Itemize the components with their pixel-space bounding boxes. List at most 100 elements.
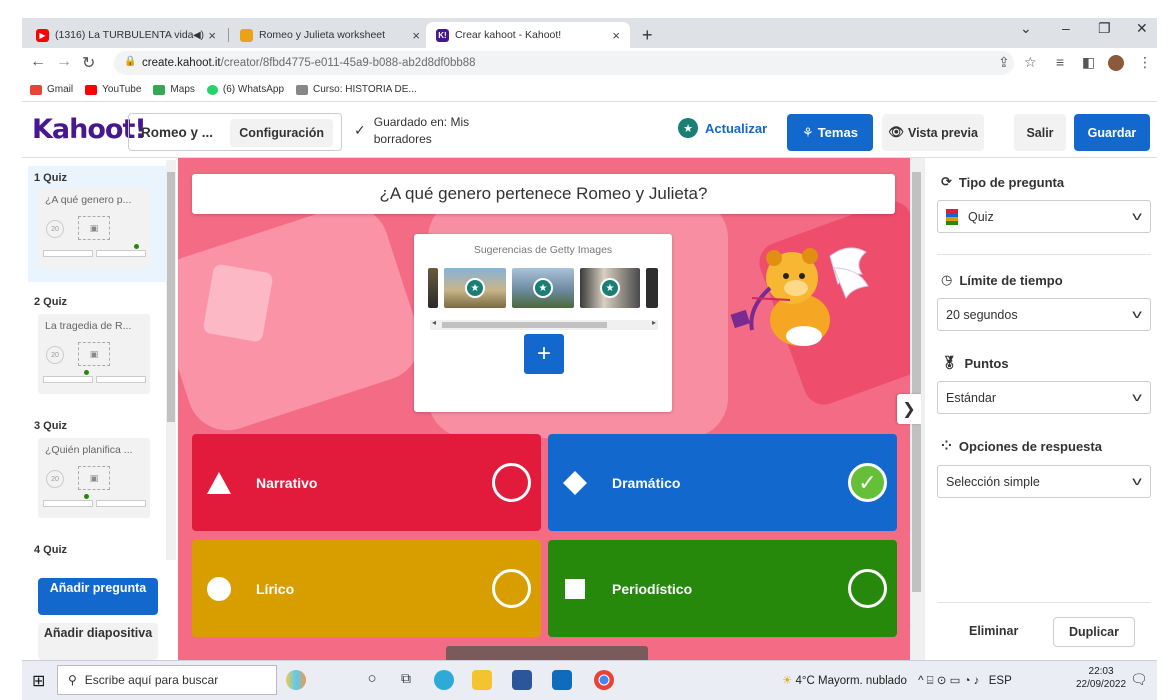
restore-icon[interactable]: ❐	[1098, 20, 1111, 37]
chevron-down-icon: v	[1132, 307, 1142, 321]
bookmark-gmail[interactable]: Gmail	[30, 84, 73, 95]
forward-icon[interactable]: →	[56, 53, 72, 71]
mail-icon[interactable]	[552, 670, 572, 690]
exit-button[interactable]: Salir	[1014, 114, 1066, 151]
url-input[interactable]: 🔒 create.kahoot.it/creator/8fbd4775-e011…	[114, 51, 1014, 75]
checkmark-icon: ✓	[354, 122, 366, 138]
slide-item[interactable]: 3 Quiz ¿Quién planifica ... 20 ▣	[28, 414, 166, 530]
time-limit-value: 20 segundos	[946, 307, 1018, 322]
question-title-input[interactable]: ¿A qué genero pertenece Romeo y Julieta?	[192, 174, 895, 214]
clock-date: 22/09/2022	[1076, 679, 1127, 690]
scroll-left-icon[interactable]: ◂	[432, 318, 436, 327]
time-limit-select[interactable]: 20 segundos v	[937, 298, 1151, 331]
themes-button[interactable]: ⚘ Temas	[787, 114, 873, 151]
eye-icon: 👁	[888, 125, 904, 139]
new-tab-button[interactable]: +	[632, 22, 662, 48]
tab-search-icon[interactable]: ⌄	[1020, 20, 1032, 37]
word-icon[interactable]	[512, 670, 532, 690]
mark-correct-toggle[interactable]	[848, 569, 887, 608]
tab-worksheet[interactable]: Romeo y Julieta worksheet ×	[230, 22, 430, 48]
add-media-button[interactable]: +	[524, 334, 564, 374]
tab-kahoot[interactable]: K! Crear kahoot - Kahoot! ×	[426, 22, 630, 48]
minimize-icon[interactable]: –	[1062, 20, 1070, 36]
slide-item[interactable]: 1 Quiz ¿A qué genero p... 20 ▣	[28, 166, 166, 282]
back-icon[interactable]: ←	[30, 53, 46, 71]
slide-label: 2 Quiz	[34, 296, 68, 308]
bookmark-youtube[interactable]: YouTube	[85, 84, 141, 95]
settings-button[interactable]: Configuración	[230, 119, 333, 147]
scroll-right-icon[interactable]: ▸	[652, 318, 656, 327]
chrome-icon[interactable]	[594, 670, 614, 690]
widgets-icon[interactable]	[286, 670, 306, 690]
saved-line-2: borradores	[373, 132, 432, 146]
cortana-icon[interactable]: ○	[362, 670, 382, 690]
points-select[interactable]: Estándar v	[937, 381, 1151, 414]
chevron-down-icon: v	[1132, 209, 1142, 223]
image-thumbnail[interactable]: ★	[580, 268, 640, 308]
audio-icon[interactable]: ◀)	[193, 30, 204, 41]
preview-button[interactable]: 👁 Vista previa	[882, 114, 984, 151]
slide-item[interactable]: 4 Quiz	[28, 538, 166, 568]
save-button[interactable]: Guardar	[1074, 114, 1150, 151]
close-tab-icon[interactable]: ×	[208, 28, 216, 43]
quiz-icon	[946, 208, 958, 225]
media-scrollbar[interactable]: ◂ ▸	[430, 318, 658, 330]
close-tab-icon[interactable]: ×	[612, 28, 620, 43]
bookmark-whatsapp[interactable]: (6) WhatsApp	[206, 84, 284, 95]
slide-item[interactable]: 2 Quiz La tragedia de R... 20 ▣	[28, 290, 166, 406]
answer-options-select[interactable]: Selección simple v	[937, 465, 1151, 498]
reading-list-icon[interactable]: ≡	[1056, 54, 1064, 70]
bookmark-maps[interactable]: Maps	[153, 84, 195, 95]
answer-label: Periodístico	[612, 580, 693, 597]
close-tab-icon[interactable]: ×	[412, 28, 420, 43]
upgrade-button[interactable]: ★ Actualizar	[678, 118, 767, 138]
kahoot-title-field[interactable]: Romeo y ... Configuración	[128, 113, 342, 151]
reload-icon[interactable]: ↻	[82, 53, 95, 73]
delete-button[interactable]: Eliminar	[969, 624, 1018, 638]
answer-3[interactable]: Lírico	[192, 540, 541, 637]
bookmark-curso[interactable]: Curso: HISTORIA DE...	[296, 84, 417, 95]
image-thumbnail[interactable]	[428, 268, 438, 308]
profile-avatar[interactable]	[1108, 55, 1124, 71]
image-thumbnail[interactable]: ★	[444, 268, 506, 308]
close-window-icon[interactable]: ✕	[1136, 20, 1148, 37]
correct-dot	[84, 370, 89, 375]
correct-check-icon[interactable]: ✓	[848, 463, 887, 502]
menu-dots-icon[interactable]: ⋮	[1138, 54, 1152, 71]
browser-tab-strip: ▶ (1316) La TURBULENTA vida ◀) × Romeo y…	[22, 18, 1157, 48]
add-question-button[interactable]: Añadir pregunta	[38, 578, 158, 615]
task-view-icon[interactable]: ⧉	[396, 670, 416, 690]
weather-text[interactable]: 4°C Mayorm. nublado	[796, 675, 907, 687]
image-placeholder-icon: ▣	[78, 466, 110, 490]
sidebar-scrollbar[interactable]	[166, 160, 176, 560]
clock-time: 22:03	[1088, 666, 1114, 677]
tab-youtube[interactable]: ▶ (1316) La TURBULENTA vida ◀) ×	[26, 22, 226, 48]
edge-icon[interactable]	[434, 670, 454, 690]
add-slide-button[interactable]: Añadir diapositiva	[38, 623, 158, 660]
mark-correct-toggle[interactable]	[492, 569, 531, 608]
time-limit-heading: ◷ Límite de tiempo	[941, 272, 1063, 288]
correct-dot	[84, 494, 89, 499]
share-icon[interactable]: ⇪	[998, 54, 1010, 71]
image-thumbnail[interactable]	[646, 268, 658, 308]
question-type-heading: ⟳ Tipo de pregunta	[941, 174, 1064, 190]
mark-correct-toggle[interactable]	[492, 463, 531, 502]
answer-1[interactable]: Narrativo	[192, 434, 541, 531]
tray-icons[interactable]: ^ ⌸ ⊙ ▭ ◔ ♪	[918, 675, 979, 687]
answer-2[interactable]: Dramático ✓	[548, 434, 897, 531]
answer-4[interactable]: Periodístico	[548, 540, 897, 637]
duplicate-button[interactable]: Duplicar	[1053, 617, 1135, 647]
bookmark-star-icon[interactable]: ☆	[1024, 54, 1037, 71]
windows-start-icon[interactable]: ⊞	[32, 671, 45, 691]
side-panel-icon[interactable]: ◧	[1082, 54, 1095, 71]
bookmark-label: YouTube	[102, 84, 142, 95]
language-indicator[interactable]: ESP	[989, 675, 1012, 687]
notifications-icon[interactable]: 🗨︎	[1130, 671, 1148, 688]
expand-panel-button[interactable]: ❯	[897, 394, 921, 424]
taskbar-clock[interactable]: 22:03 22/09/2022	[1076, 665, 1126, 691]
taskbar-search[interactable]: ⚲ Escribe aquí para buscar	[57, 665, 277, 695]
question-type-select[interactable]: Quiz v	[937, 200, 1151, 233]
image-thumbnail[interactable]: ★	[512, 268, 574, 308]
file-explorer-icon[interactable]	[472, 670, 492, 690]
answer-options-heading: ⁘ Opciones de respuesta	[941, 438, 1102, 454]
